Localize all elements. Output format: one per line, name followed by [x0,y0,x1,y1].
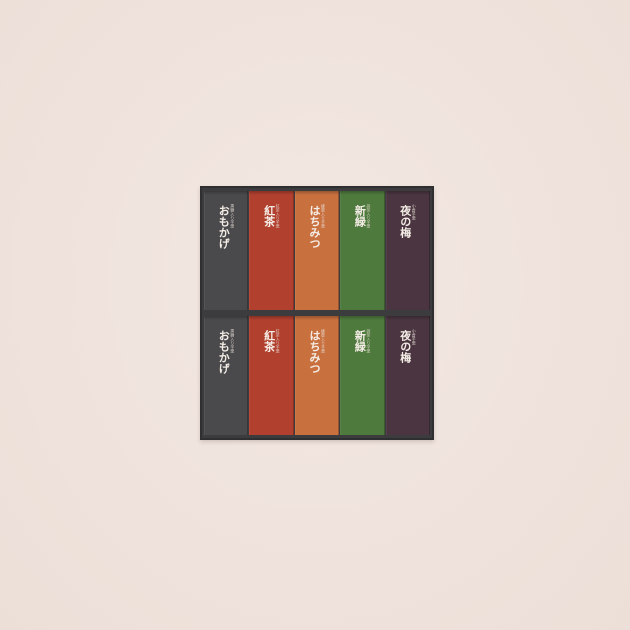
package-label: 抹茶入り羊羹 新緑 [340,329,384,353]
package-sub: 蜂蜜入り羊羹 [320,329,326,353]
package-label: 紅茶入り羊羹 紅茶 [249,204,293,228]
package-row-top: 黒糖入り羊羹 おもかげ 紅茶入り羊羹 紅茶 蜂蜜入り羊羹 はちみつ 抹茶入り羊羹 [204,191,431,310]
package-sub: 小倉羊羹 [411,204,417,220]
package-name: 夜の梅 [398,330,412,363]
package-label: 蜂蜜入り羊羹 はちみつ [295,329,339,374]
package-label: 紅茶入り羊羹 紅茶 [249,329,293,353]
package-label: 抹茶入り羊羹 新緑 [340,204,384,228]
package-name: はちみつ [307,330,321,374]
package-name: 紅茶 [262,205,276,227]
package-name: 夜の梅 [398,205,412,238]
package-kocha: 紅茶入り羊羹 紅茶 [249,316,295,435]
package-sub: 黒糖入り羊羹 [230,204,236,228]
package-omokage: 黒糖入り羊羹 おもかげ [204,191,249,310]
package-omokage: 黒糖入り羊羹 おもかげ [204,316,249,435]
package-sub: 黒糖入り羊羹 [230,329,236,353]
package-label: 黒糖入り羊羹 おもかげ [204,204,248,249]
package-name: はちみつ [307,205,321,249]
gift-box: 黒糖入り羊羹 おもかげ 紅茶入り羊羹 紅茶 蜂蜜入り羊羹 はちみつ 抹茶入り羊羹 [200,186,434,440]
package-sub: 紅茶入り羊羹 [275,329,281,353]
package-name: おもかげ [217,330,231,374]
package-sub: 抹茶入り羊羹 [366,329,372,353]
package-yorunoume: 小倉羊羹 夜の梅 [385,191,431,310]
package-label: 小倉羊羹 夜の梅 [386,329,430,363]
package-hachimitsu: 蜂蜜入り羊羹 はちみつ [294,191,340,310]
package-shinryoku: 抹茶入り羊羹 新緑 [340,316,385,435]
package-sub: 蜂蜜入り羊羹 [320,204,326,228]
package-shinryoku: 抹茶入り羊羹 新緑 [340,191,385,310]
package-label: 蜂蜜入り羊羹 はちみつ [295,204,339,249]
package-sub: 抹茶入り羊羹 [366,204,372,228]
package-label: 小倉羊羹 夜の梅 [386,204,430,238]
package-name: 紅茶 [262,330,276,352]
product-photo: 黒糖入り羊羹 おもかげ 紅茶入り羊羹 紅茶 蜂蜜入り羊羹 はちみつ 抹茶入り羊羹 [0,0,630,630]
package-sub: 紅茶入り羊羹 [275,204,281,228]
package-row-bottom: 黒糖入り羊羹 おもかげ 紅茶入り羊羹 紅茶 蜂蜜入り羊羹 はちみつ 抹茶入り羊羹 [204,316,431,435]
package-name: 新緑 [353,205,367,227]
package-label: 黒糖入り羊羹 おもかげ [204,329,248,374]
package-yorunoume: 小倉羊羹 夜の梅 [385,316,431,435]
package-kocha: 紅茶入り羊羹 紅茶 [249,191,295,310]
package-sub: 小倉羊羹 [411,329,417,345]
package-hachimitsu: 蜂蜜入り羊羹 はちみつ [294,316,340,435]
package-name: 新緑 [353,330,367,352]
package-name: おもかげ [217,205,231,249]
